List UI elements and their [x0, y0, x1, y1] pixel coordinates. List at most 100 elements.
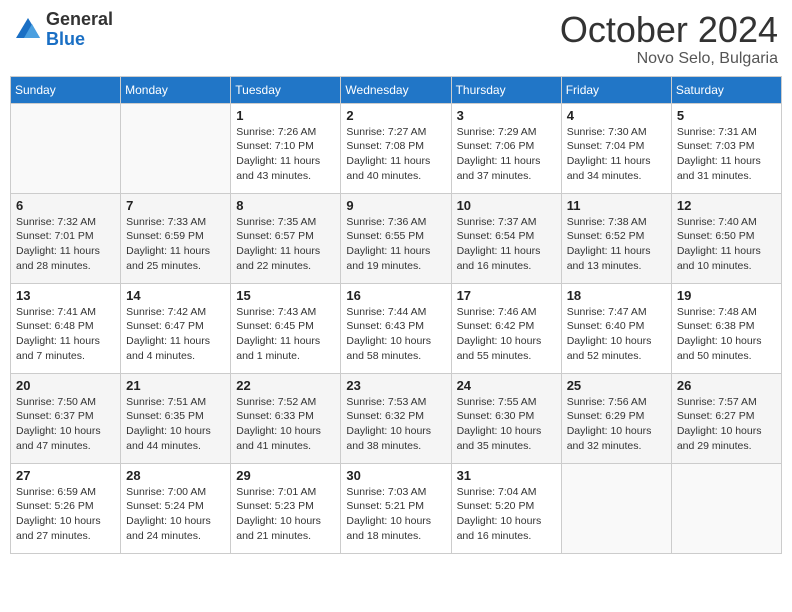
- day-info: Sunrise: 7:48 AMSunset: 6:38 PMDaylight:…: [677, 305, 776, 364]
- calendar-cell: 10 Sunrise: 7:37 AMSunset: 6:54 PMDayligh…: [451, 193, 561, 283]
- logo: General Blue: [14, 10, 113, 50]
- day-info: Sunrise: 7:57 AMSunset: 6:27 PMDaylight:…: [677, 395, 776, 454]
- calendar-cell: 26 Sunrise: 7:57 AMSunset: 6:27 PMDayligh…: [671, 373, 781, 463]
- day-number: 2: [346, 108, 445, 123]
- day-info: Sunrise: 7:03 AMSunset: 5:21 PMDaylight:…: [346, 485, 445, 544]
- calendar-week-row: 20 Sunrise: 7:50 AMSunset: 6:37 PMDayligh…: [11, 373, 782, 463]
- calendar-cell: 16Sunrise: 7:44 AMSunset: 6:43 PMDayligh…: [341, 283, 451, 373]
- day-number: 23: [346, 378, 445, 393]
- calendar-cell: 5 Sunrise: 7:31 AMSunset: 7:03 PMDaylight…: [671, 103, 781, 193]
- day-number: 18: [567, 288, 666, 303]
- day-info: Sunrise: 7:33 AMSunset: 6:59 PMDaylight:…: [126, 215, 225, 274]
- day-number: 31: [457, 468, 556, 483]
- calendar-cell: 11 Sunrise: 7:38 AMSunset: 6:52 PMDayligh…: [561, 193, 671, 283]
- day-info: Sunrise: 7:32 AMSunset: 7:01 PMDaylight:…: [16, 215, 115, 274]
- calendar-cell: 28 Sunrise: 7:00 AMSunset: 5:24 PMDayligh…: [121, 463, 231, 553]
- day-number: 9: [346, 198, 445, 213]
- calendar-cell: 13 Sunrise: 7:41 AMSunset: 6:48 PMDayligh…: [11, 283, 121, 373]
- day-number: 27: [16, 468, 115, 483]
- calendar-cell: 20 Sunrise: 7:50 AMSunset: 6:37 PMDayligh…: [11, 373, 121, 463]
- calendar-week-row: 6 Sunrise: 7:32 AMSunset: 7:01 PMDaylight…: [11, 193, 782, 283]
- day-number: 14: [126, 288, 225, 303]
- day-number: 13: [16, 288, 115, 303]
- day-number: 11: [567, 198, 666, 213]
- calendar-cell: 9Sunrise: 7:36 AMSunset: 6:55 PMDaylight…: [341, 193, 451, 283]
- day-number: 22: [236, 378, 335, 393]
- day-number: 4: [567, 108, 666, 123]
- calendar-cell: 27Sunrise: 6:59 AMSunset: 5:26 PMDayligh…: [11, 463, 121, 553]
- day-info: Sunrise: 7:55 AMSunset: 6:30 PMDaylight:…: [457, 395, 556, 454]
- day-number: 19: [677, 288, 776, 303]
- day-number: 29: [236, 468, 335, 483]
- day-info: Sunrise: 7:43 AMSunset: 6:45 PMDaylight:…: [236, 305, 335, 364]
- day-info: Sunrise: 7:44 AMSunset: 6:43 PMDaylight:…: [346, 305, 445, 364]
- day-number: 24: [457, 378, 556, 393]
- logo-general-text: General: [46, 10, 113, 30]
- calendar-cell: 7 Sunrise: 7:33 AMSunset: 6:59 PMDaylight…: [121, 193, 231, 283]
- calendar-cell: 12 Sunrise: 7:40 AMSunset: 6:50 PMDayligh…: [671, 193, 781, 283]
- page-header: General Blue October 2024 Novo Selo, Bul…: [10, 10, 782, 68]
- calendar-cell: 6 Sunrise: 7:32 AMSunset: 7:01 PMDaylight…: [11, 193, 121, 283]
- calendar-cell: 1Sunrise: 7:26 AMSunset: 7:10 PMDaylight…: [231, 103, 341, 193]
- day-info: Sunrise: 7:42 AMSunset: 6:47 PMDaylight:…: [126, 305, 225, 364]
- calendar-cell: 18 Sunrise: 7:47 AMSunset: 6:40 PMDayligh…: [561, 283, 671, 373]
- day-number: 10: [457, 198, 556, 213]
- day-info: Sunrise: 7:26 AMSunset: 7:10 PMDaylight:…: [236, 125, 335, 184]
- day-info: Sunrise: 7:47 AMSunset: 6:40 PMDaylight:…: [567, 305, 666, 364]
- calendar-cell: 25Sunrise: 7:56 AMSunset: 6:29 PMDayligh…: [561, 373, 671, 463]
- day-number: 15: [236, 288, 335, 303]
- day-info: Sunrise: 7:00 AMSunset: 5:24 PMDaylight:…: [126, 485, 225, 544]
- calendar-week-row: 13 Sunrise: 7:41 AMSunset: 6:48 PMDayligh…: [11, 283, 782, 373]
- calendar-header-row: SundayMondayTuesdayWednesdayThursdayFrid…: [11, 76, 782, 103]
- logo-blue-text: Blue: [46, 30, 113, 50]
- day-number: 26: [677, 378, 776, 393]
- logo-icon: [14, 16, 42, 44]
- logo-text: General Blue: [46, 10, 113, 50]
- day-number: 28: [126, 468, 225, 483]
- calendar-cell: 29 Sunrise: 7:01 AMSunset: 5:23 PMDayligh…: [231, 463, 341, 553]
- calendar-cell: 8Sunrise: 7:35 AMSunset: 6:57 PMDaylight…: [231, 193, 341, 283]
- calendar-day-header: Monday: [121, 76, 231, 103]
- calendar-day-header: Friday: [561, 76, 671, 103]
- day-info: Sunrise: 7:53 AMSunset: 6:32 PMDaylight:…: [346, 395, 445, 454]
- day-number: 25: [567, 378, 666, 393]
- day-info: Sunrise: 7:04 AMSunset: 5:20 PMDaylight:…: [457, 485, 556, 544]
- day-number: 5: [677, 108, 776, 123]
- day-number: 12: [677, 198, 776, 213]
- calendar-table: SundayMondayTuesdayWednesdayThursdayFrid…: [10, 76, 782, 554]
- calendar-cell: 17Sunrise: 7:46 AMSunset: 6:42 PMDayligh…: [451, 283, 561, 373]
- day-info: Sunrise: 7:38 AMSunset: 6:52 PMDaylight:…: [567, 215, 666, 274]
- calendar-cell: 14 Sunrise: 7:42 AMSunset: 6:47 PMDayligh…: [121, 283, 231, 373]
- calendar-week-row: 27Sunrise: 6:59 AMSunset: 5:26 PMDayligh…: [11, 463, 782, 553]
- calendar-cell: 23 Sunrise: 7:53 AMSunset: 6:32 PMDayligh…: [341, 373, 451, 463]
- calendar-cell: [671, 463, 781, 553]
- calendar-cell: 15 Sunrise: 7:43 AMSunset: 6:45 PMDayligh…: [231, 283, 341, 373]
- calendar-day-header: Tuesday: [231, 76, 341, 103]
- day-number: 7: [126, 198, 225, 213]
- day-number: 20: [16, 378, 115, 393]
- day-info: Sunrise: 7:51 AMSunset: 6:35 PMDaylight:…: [126, 395, 225, 454]
- calendar-cell: 2 Sunrise: 7:27 AMSunset: 7:08 PMDaylight…: [341, 103, 451, 193]
- month-title: October 2024: [560, 10, 778, 50]
- day-number: 6: [16, 198, 115, 213]
- calendar-day-header: Sunday: [11, 76, 121, 103]
- calendar-cell: 4Sunrise: 7:30 AMSunset: 7:04 PMDaylight…: [561, 103, 671, 193]
- day-number: 21: [126, 378, 225, 393]
- day-number: 3: [457, 108, 556, 123]
- day-info: Sunrise: 7:01 AMSunset: 5:23 PMDaylight:…: [236, 485, 335, 544]
- location-text: Novo Selo, Bulgaria: [560, 50, 778, 68]
- day-info: Sunrise: 7:37 AMSunset: 6:54 PMDaylight:…: [457, 215, 556, 274]
- calendar-cell: 3Sunrise: 7:29 AMSunset: 7:06 PMDaylight…: [451, 103, 561, 193]
- day-info: Sunrise: 7:35 AMSunset: 6:57 PMDaylight:…: [236, 215, 335, 274]
- calendar-cell: 19 Sunrise: 7:48 AMSunset: 6:38 PMDayligh…: [671, 283, 781, 373]
- day-info: Sunrise: 7:52 AMSunset: 6:33 PMDaylight:…: [236, 395, 335, 454]
- day-info: Sunrise: 7:40 AMSunset: 6:50 PMDaylight:…: [677, 215, 776, 274]
- calendar-week-row: 1Sunrise: 7:26 AMSunset: 7:10 PMDaylight…: [11, 103, 782, 193]
- calendar-day-header: Thursday: [451, 76, 561, 103]
- day-info: Sunrise: 7:31 AMSunset: 7:03 PMDaylight:…: [677, 125, 776, 184]
- calendar-cell: [561, 463, 671, 553]
- day-info: Sunrise: 7:41 AMSunset: 6:48 PMDaylight:…: [16, 305, 115, 364]
- calendar-cell: 24 Sunrise: 7:55 AMSunset: 6:30 PMDayligh…: [451, 373, 561, 463]
- day-info: Sunrise: 7:50 AMSunset: 6:37 PMDaylight:…: [16, 395, 115, 454]
- day-info: Sunrise: 7:27 AMSunset: 7:08 PMDaylight:…: [346, 125, 445, 184]
